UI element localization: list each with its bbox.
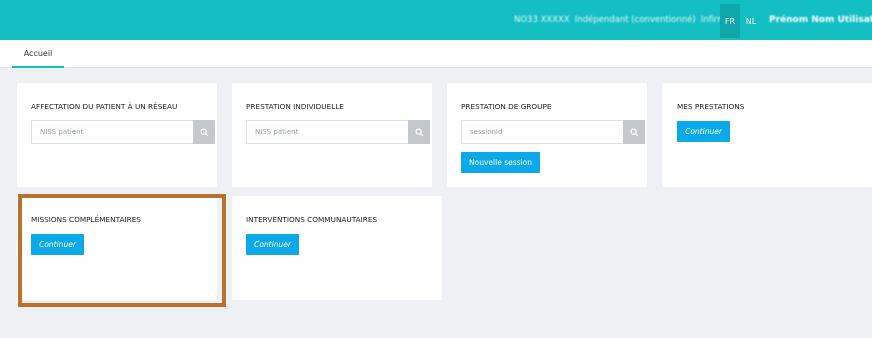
- continue-button[interactable]: Continuer: [677, 121, 730, 142]
- patient-search: [246, 120, 430, 144]
- user-name[interactable]: Prénom Nom Utilisateur: [769, 0, 872, 40]
- card-affectation: AFFECTATION DU PATIENT À UN RÉSEAU: [17, 83, 217, 187]
- niss-patient-input[interactable]: [246, 120, 408, 144]
- card-title: INTERVENTIONS COMMUNAUTAIRES: [246, 215, 378, 224]
- card-interventions-communautaires: INTERVENTIONS COMMUNAUTAIRES Continuer: [232, 196, 442, 300]
- continue-button[interactable]: Continuer: [31, 234, 84, 255]
- card-missions-complementaires: MISSIONS COMPLÉMENTAIRES Continuer: [17, 196, 217, 300]
- language-nl-button[interactable]: NL: [742, 4, 760, 38]
- card-prestation-individuelle: PRESTATION INDIVIDUELLE: [232, 83, 432, 187]
- niss-patient-input[interactable]: [31, 120, 193, 144]
- search-button[interactable]: [623, 120, 645, 144]
- card-title: MES PRESTATIONS: [677, 102, 745, 111]
- card-prestation-groupe: PRESTATION DE GROUPE Nouvelle session: [447, 83, 647, 187]
- user-info: NO33 XXXXX Indépendant (conventionné) In…: [514, 0, 742, 40]
- user-info-id: NO33 XXXXX: [514, 15, 570, 25]
- search-icon: [414, 127, 423, 136]
- new-session-button[interactable]: Nouvelle session: [461, 152, 540, 173]
- patient-search: [31, 120, 215, 144]
- tab-bar: Accueil: [0, 40, 872, 68]
- user-info-status: Indépendant (conventionné): [574, 15, 696, 25]
- tab-accueil[interactable]: Accueil: [12, 40, 64, 68]
- card-title: PRESTATION INDIVIDUELLE: [246, 102, 344, 111]
- continue-button[interactable]: Continuer: [246, 234, 299, 255]
- card-mes-prestations: MES PRESTATIONS Continuer: [662, 83, 872, 187]
- top-bar: NO33 XXXXX Indépendant (conventionné) In…: [0, 0, 872, 40]
- search-icon: [199, 127, 208, 136]
- session-search: [461, 120, 645, 144]
- search-button[interactable]: [408, 120, 430, 144]
- language-fr-button[interactable]: FR: [720, 4, 740, 38]
- search-button[interactable]: [193, 120, 215, 144]
- card-title: MISSIONS COMPLÉMENTAIRES: [31, 215, 141, 224]
- search-icon: [629, 127, 638, 136]
- card-title: PRESTATION DE GROUPE: [461, 102, 552, 111]
- card-title: AFFECTATION DU PATIENT À UN RÉSEAU: [31, 102, 178, 111]
- session-id-input[interactable]: [461, 120, 623, 144]
